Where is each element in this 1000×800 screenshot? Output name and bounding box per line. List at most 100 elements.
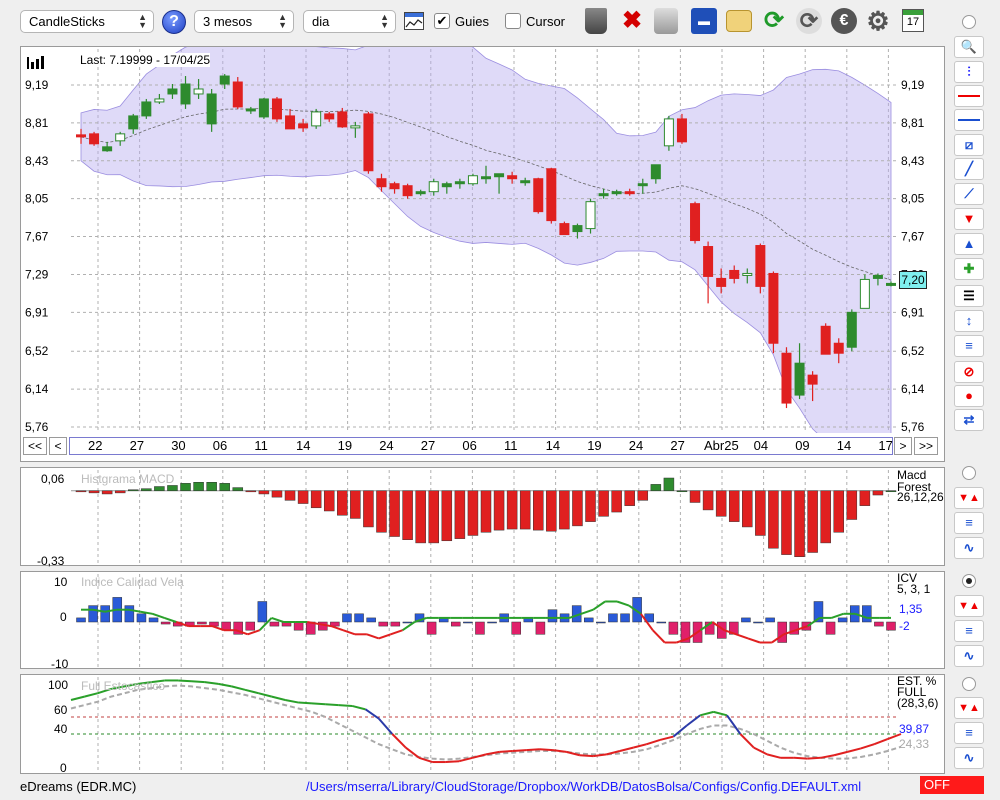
percent-lines-icon[interactable]: ≡ xyxy=(954,620,984,642)
candle-body xyxy=(232,81,243,108)
macd-bar xyxy=(689,490,701,503)
print-icon[interactable] xyxy=(654,8,678,34)
stoch-fast-line xyxy=(311,702,326,706)
save-icon[interactable]: ▬ xyxy=(691,8,717,34)
up-down-arrows-icon[interactable]: ▼▲ xyxy=(954,487,984,509)
candle-body xyxy=(716,277,727,287)
chart-type-select[interactable]: CandleSticks ▲ ▼ xyxy=(20,10,154,33)
help-button[interactable]: ? xyxy=(162,10,186,34)
macd-bar xyxy=(794,490,805,557)
x-tick-label: 06 xyxy=(462,438,477,453)
macd-bar xyxy=(193,482,204,492)
curve-icon[interactable]: ∿ xyxy=(954,747,984,769)
macd-bar xyxy=(598,490,609,517)
percent-lines-icon[interactable]: ≡ xyxy=(954,722,984,744)
add-marker-icon[interactable]: ✚ xyxy=(954,258,984,280)
y-tick-label-right: 6,14 xyxy=(901,382,925,396)
trash-icon[interactable] xyxy=(585,8,607,34)
candle-body xyxy=(285,115,296,130)
candle-style-icon[interactable]: ⫶ xyxy=(954,61,984,83)
y-tick-label: 8,05 xyxy=(25,192,49,206)
curve-icon[interactable]: ∿ xyxy=(954,537,984,559)
icv-bar xyxy=(269,621,280,627)
nav-prev-button[interactable]: < xyxy=(49,437,67,455)
folder-open-icon[interactable] xyxy=(726,10,752,32)
candle-body xyxy=(676,118,687,143)
channel-icon[interactable]: ⧄ xyxy=(954,134,984,156)
zoom-icon[interactable]: 🔍 xyxy=(954,36,984,58)
period-select[interactable]: 3 mesos ▲ ▼ xyxy=(194,10,294,33)
macd-bar xyxy=(310,490,322,509)
icv-bar xyxy=(426,621,437,635)
macd-bar xyxy=(676,490,688,493)
y-tick-label-right: 7,67 xyxy=(901,230,925,244)
chart-window-icon[interactable] xyxy=(404,12,424,30)
candle-body xyxy=(481,176,491,180)
gear-icon[interactable]: ⚙ xyxy=(865,8,891,34)
icv-signal-line xyxy=(152,612,165,619)
candle-body xyxy=(846,311,857,348)
y-tick-label: 5,76 xyxy=(25,420,49,433)
calendar-icon[interactable]: 17 xyxy=(902,9,924,32)
grid-lines-icon[interactable]: ☰ xyxy=(954,285,984,307)
config-path-link[interactable]: /Users/mserra/Library/CloudStorage/Dropb… xyxy=(306,779,861,794)
swap-icon[interactable]: ⇄ xyxy=(954,409,984,431)
icv-bar xyxy=(656,621,667,624)
blue-hline-icon[interactable] xyxy=(954,109,984,131)
icv-signal-line xyxy=(652,629,666,644)
percent-lines-icon[interactable]: ≡ xyxy=(954,335,984,357)
candle-body xyxy=(271,98,282,120)
interval-select[interactable]: dia ▲ ▼ xyxy=(303,10,396,33)
panel-radio-stoch[interactable] xyxy=(962,677,976,691)
date-axis-bar[interactable] xyxy=(69,437,893,455)
macd-bar xyxy=(258,490,270,495)
up-down-arrows-icon[interactable]: ▼▲ xyxy=(954,697,984,719)
icv-signal-line xyxy=(735,633,749,640)
candle-body xyxy=(298,123,309,129)
panel-radio-main[interactable] xyxy=(962,15,976,29)
macd-bar xyxy=(885,490,897,493)
panel-radio-icv[interactable] xyxy=(962,574,976,588)
fib-icon[interactable]: ⟋ xyxy=(954,183,984,205)
curve-icon[interactable]: ∿ xyxy=(954,645,984,667)
arrow-down-icon[interactable]: ▼ xyxy=(954,208,984,230)
euro-icon[interactable]: € xyxy=(831,8,857,34)
guides-checkbox[interactable]: ✔ xyxy=(434,13,450,29)
panel-radio-macd[interactable] xyxy=(962,466,976,480)
macd-bar xyxy=(637,490,649,501)
stoch-y-40: 40 xyxy=(54,722,68,736)
sync-icon[interactable]: ⟳ xyxy=(796,8,822,34)
nav-last-button[interactable]: >> xyxy=(914,437,938,455)
off-toggle[interactable]: OFF xyxy=(920,776,984,794)
macd-bar xyxy=(271,490,283,498)
candle-body xyxy=(872,274,883,279)
icv-bar xyxy=(88,605,98,623)
candle-body xyxy=(559,223,570,236)
macd-bar xyxy=(611,490,622,513)
up-down-arrows-icon[interactable]: ▼▲ xyxy=(954,595,984,617)
stoch-fast-line xyxy=(499,750,513,753)
icv-bar xyxy=(511,621,521,635)
nav-first-button[interactable]: << xyxy=(23,437,47,455)
delete-icon[interactable]: ✖ xyxy=(619,8,645,34)
macd-bar xyxy=(337,490,348,516)
no-entry-icon[interactable]: ⊘ xyxy=(954,361,984,383)
macd-bar xyxy=(624,490,635,506)
arrow-up-icon[interactable]: ▲ xyxy=(954,233,984,255)
candle-body xyxy=(781,352,792,404)
scale-percent-icon[interactable]: ↕ xyxy=(954,310,984,332)
record-icon[interactable]: ● xyxy=(954,385,984,407)
trendline-icon[interactable]: ╱ xyxy=(954,158,984,180)
percent-lines-icon[interactable]: ≡ xyxy=(954,512,984,534)
nav-next-button[interactable]: > xyxy=(894,437,912,455)
macd-bar xyxy=(141,488,152,492)
macd-bar xyxy=(833,490,844,533)
candle-body xyxy=(154,98,165,103)
red-hline-icon[interactable] xyxy=(954,85,984,107)
icv-bar xyxy=(463,621,473,624)
icv-bar xyxy=(487,621,497,624)
y-tick-label: 6,52 xyxy=(25,344,49,358)
refresh-icon[interactable]: ⟳ xyxy=(761,8,787,34)
macd-bar xyxy=(363,490,374,528)
cursor-checkbox[interactable] xyxy=(505,13,521,29)
